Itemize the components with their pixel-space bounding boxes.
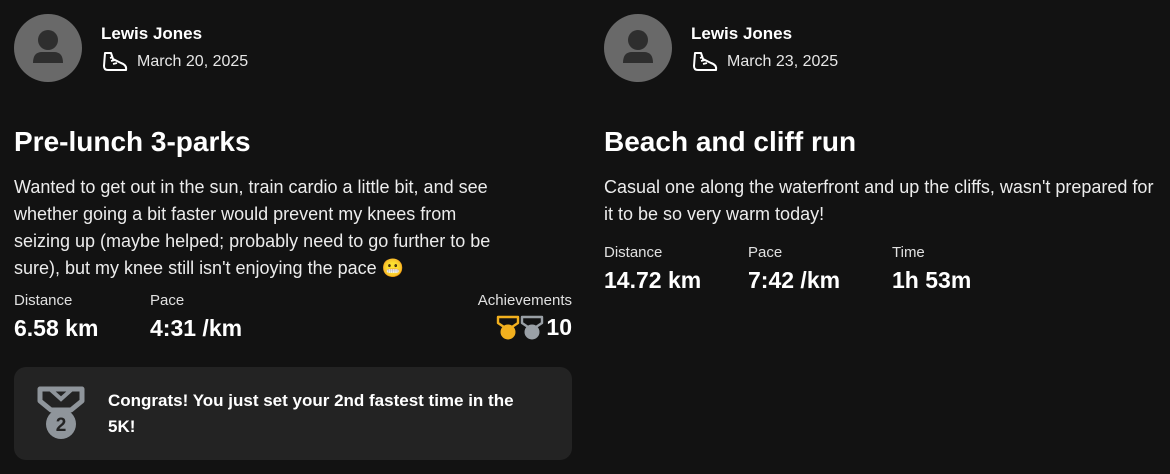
stat-value: 14.72 km [604,267,702,293]
stat-value: 7:42 /km [748,267,841,293]
gold-medal-icon [496,315,520,341]
author-name[interactable]: Lewis Jones [691,24,792,44]
banner-text: Congrats! You just set your 2nd fastest … [108,391,514,436]
stat-time: Time 1h 53m [892,242,1036,294]
stat-distance: Distance 6.58 km [14,290,150,342]
stat-label: Distance [604,244,663,261]
activity-feed: Lewis Jones March 20, 2025 Pre-lunch 3-p… [0,0,1170,474]
achievement-banner[interactable]: 2 Congrats! You just set your 2nd fastes… [14,367,572,460]
activity-description: Wanted to get out in the sun, train card… [14,177,491,278]
user-icon [33,30,63,63]
user-icon [623,30,653,63]
stat-value: 6.58 km [14,315,99,341]
activity-stats: Distance 6.58 km Pace 4:31 /km Achieveme… [14,290,572,342]
post-header: Lewis Jones March 20, 2025 [14,0,572,84]
avatar[interactable] [604,14,672,82]
stat-value: 4:31 /km [150,315,243,341]
activity-card[interactable]: Lewis Jones March 20, 2025 Pre-lunch 3-p… [14,0,572,460]
stat-pace: Pace 4:31 /km [150,290,286,342]
post-header: Lewis Jones March 23, 2025 [604,0,1164,84]
svg-text:2: 2 [56,415,67,436]
activity-title[interactable]: Pre-lunch 3-parks [14,126,251,158]
second-place-medal-icon: 2 [36,386,86,442]
stat-label: Pace [748,244,783,261]
silver-medal-icon [520,315,544,341]
stat-label: Distance [14,292,73,309]
activity-date: March 23, 2025 [727,53,839,70]
post-meta: March 20, 2025 [101,50,248,74]
running-shoe-icon [691,50,719,74]
stat-label: Pace [150,292,185,309]
stat-pace: Pace 7:42 /km [748,242,892,294]
achievements[interactable]: Achievements 10 [478,290,572,341]
running-shoe-icon [101,50,129,74]
author-name[interactable]: Lewis Jones [101,24,202,44]
activity-description: Casual one along the waterfront and up t… [604,177,1154,224]
achievements-count: 10 [546,314,572,340]
activity-stats: Distance 14.72 km Pace 7:42 /km Time 1h … [604,242,1036,294]
activity-date: March 20, 2025 [137,53,249,70]
stat-value: 1h 53m [892,267,972,293]
avatar[interactable] [14,14,82,82]
achievements-row: 10 [478,314,572,341]
achievements-label: Achievements [477,292,572,309]
activity-card[interactable]: Lewis Jones March 23, 2025 Beach and cli… [604,0,1164,293]
stat-label: Time [892,244,925,261]
activity-title[interactable]: Beach and cliff run [604,126,856,158]
post-meta: March 23, 2025 [691,50,838,74]
stat-distance: Distance 14.72 km [604,242,748,294]
